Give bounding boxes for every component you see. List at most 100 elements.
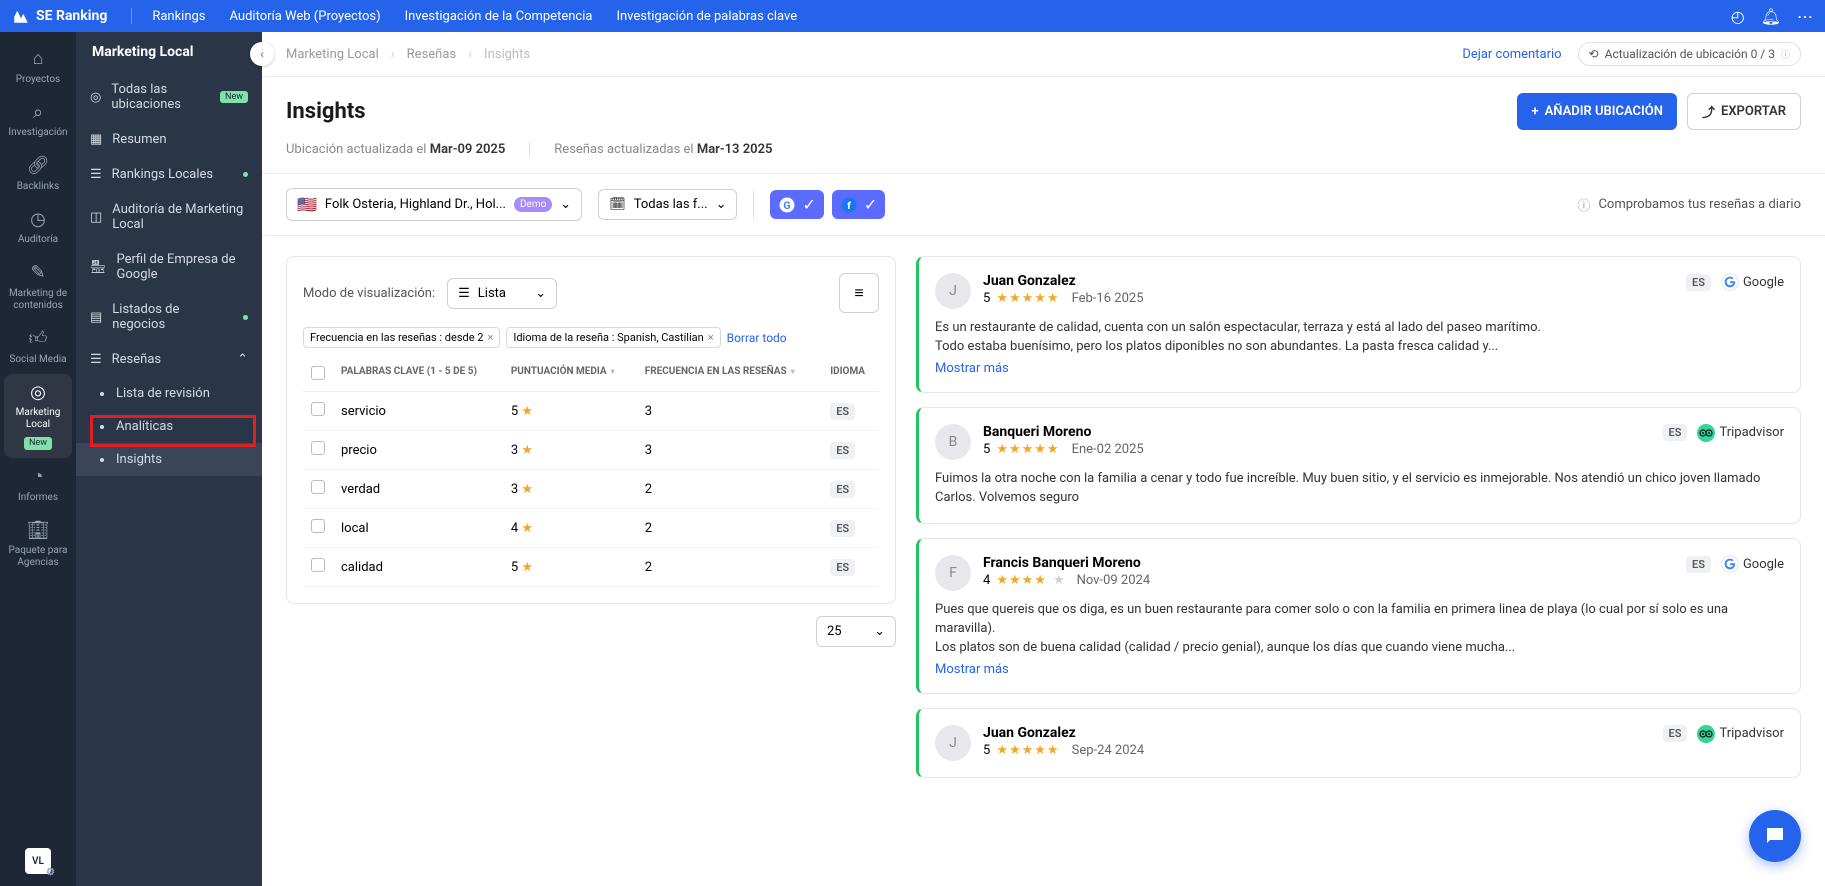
more-icon[interactable]: ⋯ (1797, 7, 1813, 26)
review-lang-badge: ES (1663, 725, 1688, 742)
filter-chip-freq[interactable]: Frecuencia en las reseñas : desde 2× (303, 327, 500, 348)
source-facebook-toggle[interactable]: f ✓ (832, 190, 885, 219)
google-icon (1721, 555, 1739, 573)
chat-fab[interactable] (1749, 810, 1801, 862)
freq-cell: 3 (637, 431, 822, 470)
kw-cell: precio (333, 431, 503, 470)
chat-icon (1763, 824, 1787, 848)
row-checkbox[interactable] (311, 402, 325, 416)
sb-all-locations[interactable]: ◎Todas las ubicacionesNew (76, 72, 262, 122)
sb-summary[interactable]: ▦Resumen (76, 122, 262, 157)
row-checkbox[interactable] (311, 558, 325, 572)
viewmode-label: Modo de visualización: (303, 286, 435, 301)
review-body: Es un restaurante de calidad, cuenta con… (935, 319, 1784, 357)
sb-gbp[interactable]: 🏪︎Perfil de Empresa de Google (76, 242, 262, 292)
rail-backlinks[interactable]: 🔗︎Backlinks (0, 147, 76, 201)
nav-audit[interactable]: Auditoría Web (Proyectos) (230, 9, 381, 24)
top-navbar: SE Ranking Rankings Auditoría Web (Proye… (0, 0, 1825, 32)
table-row[interactable]: calidad 5 ★ 2 ES (303, 548, 879, 587)
info-text: Comprobamos tus reseñas a diario (1598, 197, 1801, 212)
sb-local-audit[interactable]: ◫Auditoría de Marketing Local (76, 192, 262, 242)
location-selector[interactable]: 🇺🇸 Folk Osteria, Highland Dr., Hol... De… (286, 188, 582, 221)
lang-cell: ES (822, 548, 879, 587)
score-cell: 4 ★ (503, 509, 637, 548)
sb-reviews[interactable]: ☰Reseñas⌃ (76, 342, 262, 377)
store-icon: 🏪︎ (90, 260, 107, 275)
svg-text:f: f (847, 198, 851, 211)
svg-text:G: G (784, 198, 791, 211)
rail-local-marketing[interactable]: ◎Marketing LocalNew (4, 374, 72, 458)
page-size-select[interactable]: 25⌄ (816, 616, 896, 647)
crumb-1[interactable]: Marketing Local (286, 47, 379, 62)
review-card: B Banqueri Moreno 5 ★★★★★Ene-02 2025 ES … (916, 407, 1801, 525)
add-location-button[interactable]: +AÑADIR UBICACIÓN (1517, 93, 1677, 130)
reviews-icon: ☰ (90, 352, 102, 367)
rail-agency[interactable]: 🏢︎Paquete para Agencias (0, 512, 76, 578)
reviewer-avatar: B (935, 424, 971, 460)
rail-social[interactable]: 👍︎Social Media (0, 320, 76, 374)
info-icon: ⓘ (1577, 195, 1590, 214)
row-checkbox[interactable] (311, 441, 325, 455)
freq-cell: 2 (637, 509, 822, 548)
export-button[interactable]: ⤴EXPORTAR (1687, 93, 1801, 130)
brand[interactable]: SE Ranking (12, 7, 107, 25)
show-more-link[interactable]: Mostrar más (935, 662, 1009, 677)
score-cell: 5 ★ (503, 548, 637, 587)
audit-icon: ◫ (90, 210, 102, 225)
sb-local-rankings[interactable]: ☰Rankings Locales (76, 157, 262, 192)
row-checkbox[interactable] (311, 519, 325, 533)
filter-chip-lang[interactable]: Idioma de la reseña : Spanish, Castilian… (506, 327, 720, 348)
table-row[interactable]: verdad 3 ★ 2 ES (303, 470, 879, 509)
crumb-2[interactable]: Reseñas (407, 47, 456, 62)
review-rating: 5 ★★★★★Sep-24 2024 (983, 743, 1144, 758)
brand-text: SE Ranking (36, 8, 107, 24)
review-lang-badge: ES (1686, 556, 1711, 573)
rail-reports[interactable]: ◔Informes (0, 458, 76, 512)
new-badge: New (24, 437, 52, 450)
select-all-checkbox[interactable] (311, 366, 325, 380)
rail-content[interactable]: ✎Marketing de contenidos (0, 254, 76, 320)
close-icon[interactable]: × (708, 331, 714, 344)
breadcrumb: Marketing Local› Reseñas› Insights Dejar… (262, 32, 1825, 77)
review-source: Google (1721, 555, 1784, 573)
reviewer-name: Juan Gonzalez (983, 725, 1144, 741)
google-icon (1721, 273, 1739, 291)
source-google-toggle[interactable]: G ✓ (770, 190, 823, 219)
date-filter[interactable]: 🗓︎ Todas las f... ⌄ (598, 189, 737, 220)
sidebar: ‹ Marketing Local ◎Todas las ubicaciones… (76, 32, 262, 886)
review-rating: 5 ★★★★★Feb-16 2025 (983, 291, 1144, 306)
leave-comment-link[interactable]: Dejar comentario (1462, 47, 1561, 62)
nav-competitor[interactable]: Investigación de la Competencia (405, 9, 593, 24)
nav-rankings[interactable]: Rankings (152, 9, 205, 24)
review-lang-badge: ES (1663, 424, 1688, 441)
rail-projects[interactable]: ⌂Proyectos (0, 40, 76, 94)
collapse-sidebar-button[interactable]: ‹ (250, 42, 274, 66)
filter-button[interactable]: ≡ (839, 273, 879, 313)
table-row[interactable]: local 4 ★ 2 ES (303, 509, 879, 548)
table-row[interactable]: precio 3 ★ 3 ES (303, 431, 879, 470)
review-body: Pues que quereis que os diga, es un buen… (935, 601, 1784, 658)
kw-cell: local (333, 509, 503, 548)
sb-sub-analytics[interactable]: Analíticas (76, 410, 262, 443)
review-rating: 4 ★★★★★Nov-09 2024 (983, 573, 1150, 588)
nav-keywords[interactable]: Investigación de palabras clave (616, 9, 797, 24)
review-rating: 5 ★★★★★Ene-02 2025 (983, 442, 1144, 457)
bell-icon[interactable]: 🔔︎ (1761, 7, 1781, 26)
score-cell: 3 ★ (503, 470, 637, 509)
building-icon: 🏢︎ (27, 520, 50, 542)
sb-listings[interactable]: ▤Listados de negocios (76, 292, 262, 342)
table-row[interactable]: servicio 5 ★ 3 ES (303, 392, 879, 431)
sb-sub-insights[interactable]: Insights (76, 443, 262, 476)
show-more-link[interactable]: Mostrar más (935, 361, 1009, 376)
clear-filters-link[interactable]: Borrar todo (727, 331, 787, 345)
close-icon[interactable]: × (487, 331, 493, 344)
row-checkbox[interactable] (311, 480, 325, 494)
rail-research[interactable]: ⌕Investigación (0, 94, 76, 148)
user-avatar[interactable]: VL⚙ (25, 848, 51, 874)
link-icon: 🔗︎ (27, 155, 50, 177)
reviewer-name: Banqueri Moreno (983, 424, 1144, 440)
viewmode-select[interactable]: ☰ Lista ⌄ (447, 278, 557, 309)
rail-audit[interactable]: ◷Auditoría (0, 201, 76, 255)
sb-sub-review-list[interactable]: Lista de revisión (76, 377, 262, 410)
help-icon[interactable]: ◴ (1731, 7, 1745, 26)
